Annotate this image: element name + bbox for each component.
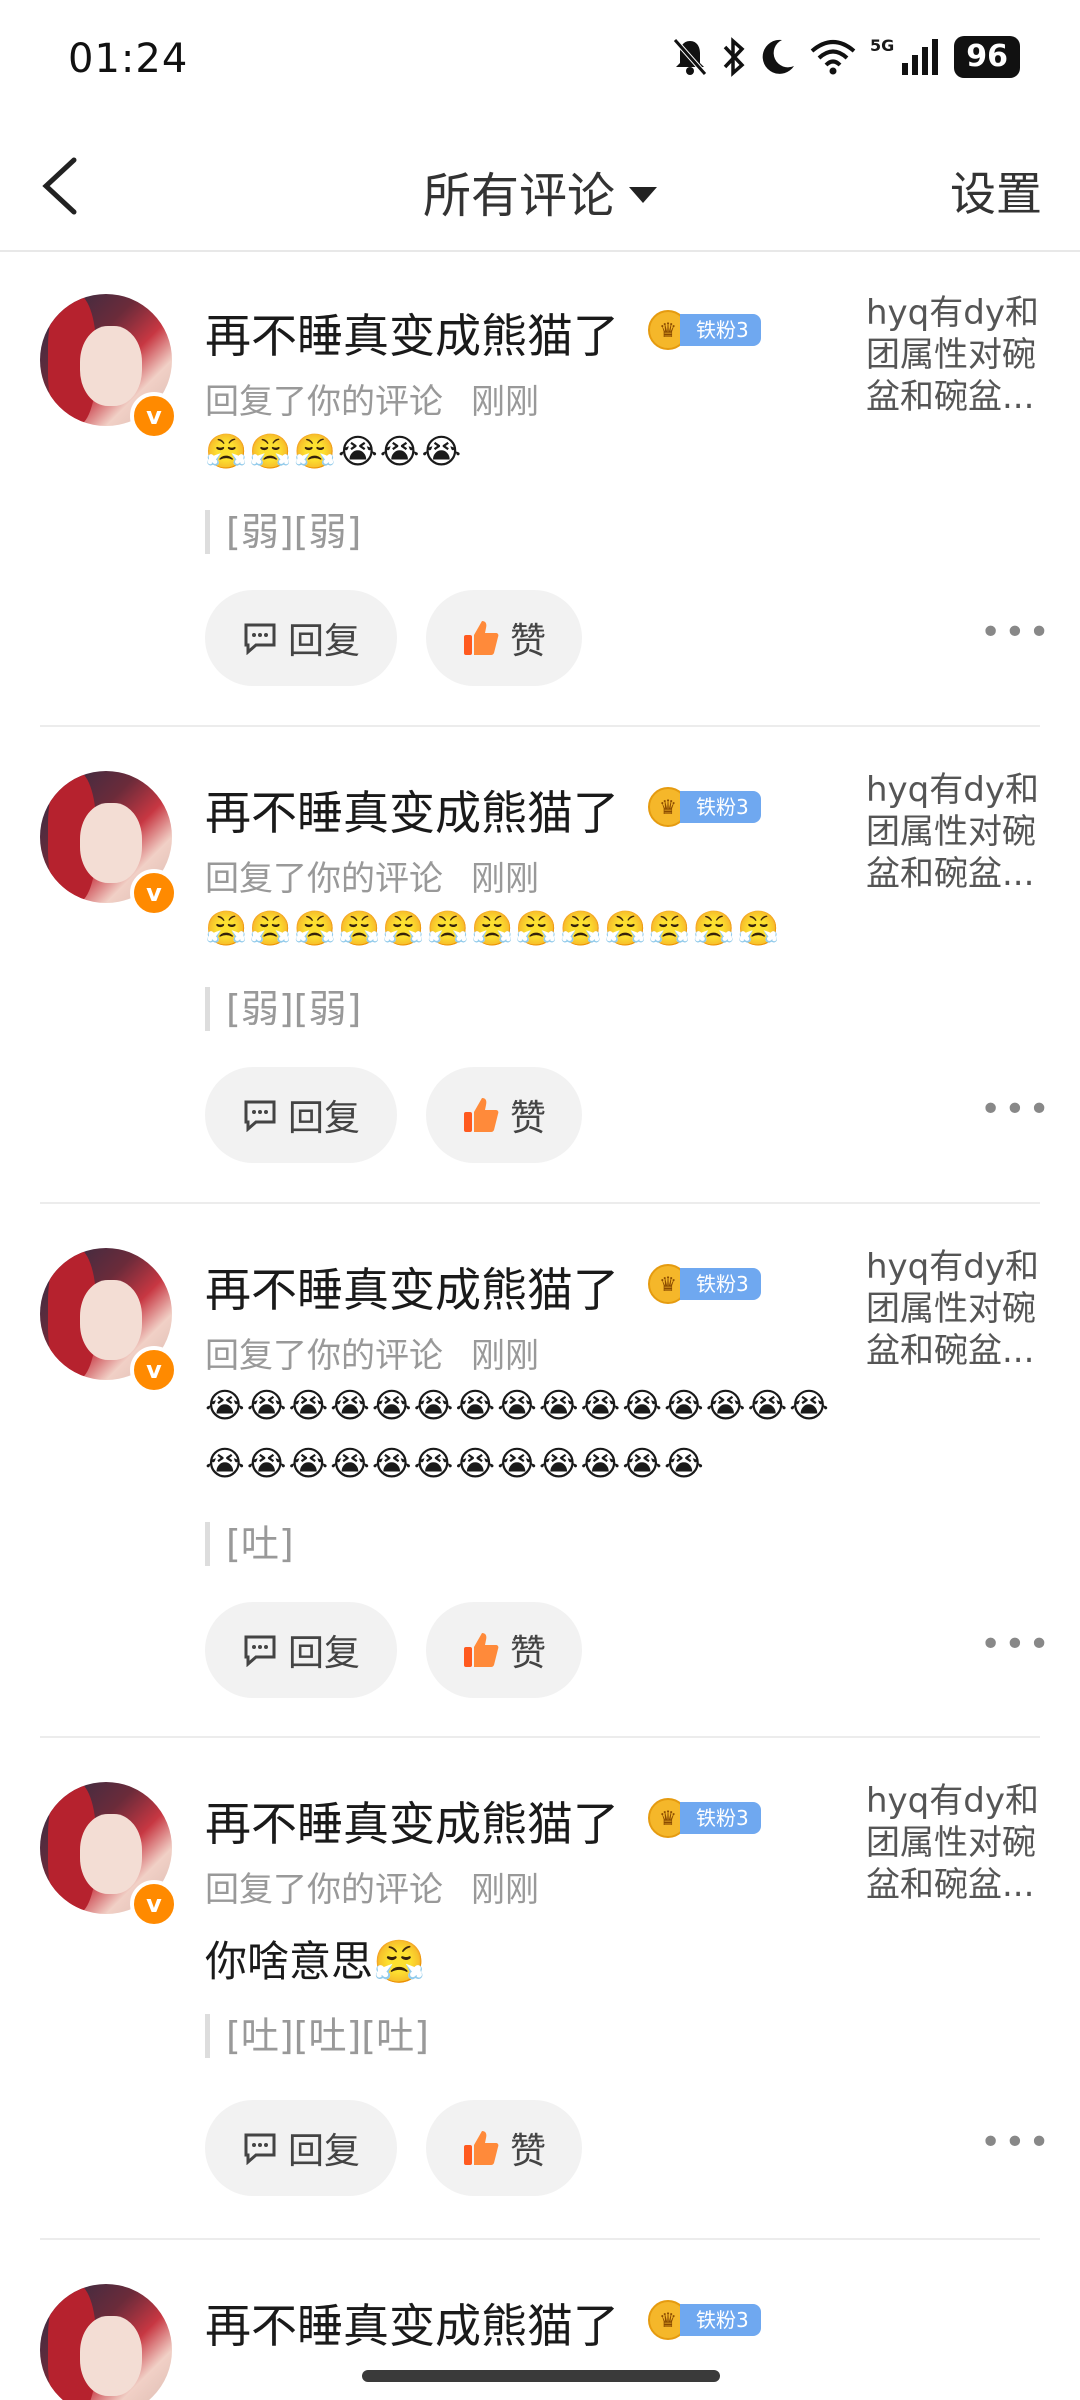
reply-label: 回复 [287, 621, 360, 662]
signal-icon [902, 39, 939, 75]
comment-meta: 回复了你的评论 刚刚 [205, 1328, 539, 1377]
verified-badge-icon: v [130, 1346, 178, 1394]
reply-label: 回复 [287, 1633, 360, 1674]
fan-badge: ♛ 铁粉3 [648, 1264, 761, 1304]
avatar[interactable] [40, 2284, 172, 2400]
thumbs-up-icon [463, 1633, 499, 1667]
comment-emoji: 😭😭😭😭😭😭😭😭😭😭😭😭😭😭😭 [205, 1386, 831, 1426]
comment-icon [244, 2133, 276, 2165]
comment-meta: 回复了你的评论 刚刚 [205, 374, 539, 423]
comment-icon [244, 1635, 276, 1667]
moon-icon [762, 39, 794, 74]
comment-filter-dropdown[interactable]: 所有评论 [0, 156, 1080, 226]
fan-level-label: 铁粉3 [680, 1268, 761, 1300]
thumbs-up-icon [463, 2131, 499, 2165]
more-options-icon[interactable]: ••• [980, 2122, 1053, 2163]
username[interactable]: 再不睡真变成熊猫了 [205, 777, 619, 843]
nav-bar: 所有评论 设置 [0, 118, 1080, 252]
like-label: 赞 [509, 1633, 546, 1674]
more-options-icon[interactable]: ••• [980, 1624, 1053, 1665]
like-label: 赞 [509, 621, 546, 662]
comment-emoji: 😭😭😭😭😭😭😭😭😭😭😭😭 [205, 1444, 706, 1484]
fan-badge: ♛ 铁粉3 [648, 2300, 761, 2340]
fan-badge: ♛ 铁粉3 [648, 310, 761, 350]
reply-button[interactable]: 回复 [205, 1067, 397, 1163]
reply-button[interactable]: 回复 [205, 2100, 397, 2196]
reply-label: 回复 [287, 2131, 360, 2172]
comment-item: v 再不睡真变成熊猫了 ♛ 铁粉3 回复了你的评论 刚刚 hyq有dy和团属性对碗… [0, 1206, 1080, 1738]
verified-badge-icon: v [130, 392, 178, 440]
like-label: 赞 [509, 2131, 546, 2172]
like-button[interactable]: 赞 [426, 1602, 582, 1698]
thumbs-up-icon [463, 621, 499, 655]
thumbs-up-icon [463, 1098, 499, 1132]
network-type: 5G [869, 35, 895, 55]
comment-emoji: 😤😤😤😭😭😭 [205, 432, 464, 472]
timestamp: 刚刚 [471, 1870, 539, 1910]
page-title: 所有评论 [422, 168, 615, 224]
reply-button[interactable]: 回复 [205, 590, 397, 686]
comment-text: 你啥意思😤 [205, 1937, 426, 1986]
status-time: 01:24 [68, 36, 189, 82]
quoted-comment: [吐][吐][吐] [205, 2014, 429, 2058]
fan-level-label: 铁粉3 [680, 2304, 761, 2336]
status-bar: 01:24 5G 96 [0, 0, 1080, 118]
mute-bell-icon [673, 38, 707, 76]
status-icons: 5G 96 [672, 36, 1020, 78]
timestamp: 刚刚 [471, 859, 539, 899]
battery-level: 96 [954, 36, 1020, 78]
like-label: 赞 [509, 1098, 546, 1139]
comment-meta: 回复了你的评论 刚刚 [205, 851, 539, 900]
caret-down-icon [629, 187, 657, 203]
comment-icon [244, 1100, 276, 1132]
like-button[interactable]: 赞 [426, 1067, 582, 1163]
original-post-snippet[interactable]: hyq有dy和团属性对碗盆和碗盆... [866, 769, 1056, 895]
username[interactable]: 再不睡真变成熊猫了 [205, 1254, 619, 1320]
reply-label: 回复 [287, 1098, 360, 1139]
comment-meta: 回复了你的评论 刚刚 [205, 1862, 539, 1911]
wifi-icon [810, 40, 856, 75]
comment-item: v 再不睡真变成熊猫了 ♛ 铁粉3 回复了你的评论 刚刚 hyq有dy和团属性对碗… [0, 1740, 1080, 2240]
verified-badge-icon: v [130, 1880, 178, 1928]
original-post-snippet[interactable]: hyq有dy和团属性对碗盆和碗盆... [866, 1780, 1056, 1906]
action-text: 回复了你的评论 [205, 1336, 443, 1376]
divider [40, 1202, 1040, 1204]
comment-item: v 再不睡真变成熊猫了 ♛ 铁粉3 回复了你的评论 刚刚 hyq有dy和团属性对碗… [0, 729, 1080, 1204]
divider [40, 2238, 1040, 2240]
quoted-comment: [弱][弱] [205, 510, 361, 554]
divider [40, 725, 1040, 727]
comment-emoji: 😤😤😤😤😤😤😤😤😤😤😤😤😤 [205, 909, 782, 949]
action-text: 回复了你的评论 [205, 859, 443, 899]
fan-level-label: 铁粉3 [680, 1802, 761, 1834]
timestamp: 刚刚 [471, 382, 539, 422]
timestamp: 刚刚 [471, 1336, 539, 1376]
reply-button[interactable]: 回复 [205, 1602, 397, 1698]
comment-item: v 再不睡真变成熊猫了 ♛ 铁粉3 回复了你的评论 刚刚 hyq有dy和团属性对碗… [0, 252, 1080, 727]
username[interactable]: 再不睡真变成熊猫了 [205, 300, 619, 366]
action-text: 回复了你的评论 [205, 382, 443, 422]
like-button[interactable]: 赞 [426, 2100, 582, 2196]
quoted-comment: [吐] [205, 1522, 294, 1566]
fan-level-label: 铁粉3 [680, 314, 761, 346]
divider [40, 1736, 1040, 1738]
quoted-comment: [弱][弱] [205, 987, 361, 1031]
more-options-icon[interactable]: ••• [980, 1089, 1053, 1130]
bluetooth-icon [723, 37, 745, 77]
comment-icon [244, 623, 276, 655]
fan-level-label: 铁粉3 [680, 791, 761, 823]
fan-badge: ♛ 铁粉3 [648, 1798, 761, 1838]
more-options-icon[interactable]: ••• [980, 612, 1053, 653]
username[interactable]: 再不睡真变成熊猫了 [205, 1788, 619, 1854]
fan-badge: ♛ 铁粉3 [648, 787, 761, 827]
original-post-snippet[interactable]: hyq有dy和团属性对碗盆和碗盆... [866, 1246, 1056, 1372]
original-post-snippet[interactable]: hyq有dy和团属性对碗盆和碗盆... [866, 292, 1056, 418]
verified-badge-icon: v [130, 869, 178, 917]
action-text: 回复了你的评论 [205, 1870, 443, 1910]
like-button[interactable]: 赞 [426, 590, 582, 686]
username[interactable]: 再不睡真变成熊猫了 [205, 2290, 619, 2356]
home-indicator[interactable] [362, 2370, 720, 2382]
settings-button[interactable]: 设置 [950, 158, 1042, 224]
